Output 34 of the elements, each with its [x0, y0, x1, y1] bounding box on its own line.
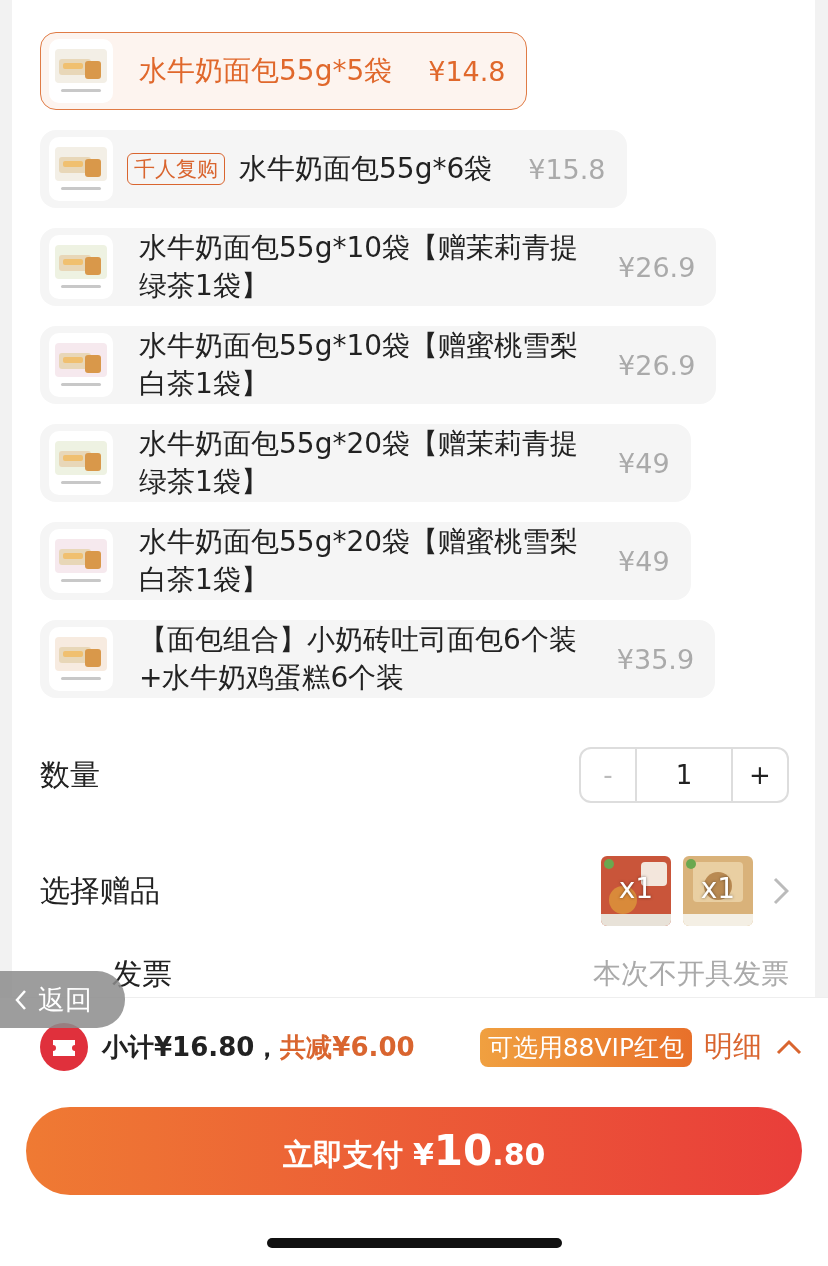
- variant-option[interactable]: 水牛奶面包55g*20袋【赠蜜桃雪梨 白茶1袋】 ¥49: [40, 522, 691, 600]
- details-button[interactable]: 明细: [704, 1027, 802, 1067]
- variant-option[interactable]: 【面包组合】小奶砖吐司面包6个装 +水牛奶鸡蛋糕6个装 ¥35.9: [40, 620, 716, 698]
- variant-name: 水牛奶面包55g*5袋: [139, 53, 393, 89]
- gift-count: x1: [699, 872, 737, 905]
- variant-name: 水牛奶面包55g*20袋【赠茉莉青提 绿茶1袋】: [139, 426, 579, 500]
- variant-name: 水牛奶面包55g*20袋【赠蜜桃雪梨 白茶1袋】: [139, 524, 579, 598]
- variant-price: ¥26.9: [618, 251, 696, 283]
- quantity-label: 数量: [40, 755, 100, 794]
- variant-price: ¥26.9: [618, 349, 696, 381]
- variant-name: 水牛奶面包55g*10袋【赠蜜桃雪梨 白茶1袋】: [139, 328, 579, 402]
- subtotal-text: 小计¥16.80，: [102, 1030, 281, 1064]
- variant-name: 水牛奶面包55g*10袋【赠茉莉青提 绿茶1袋】: [139, 230, 579, 304]
- increase-button[interactable]: +: [733, 749, 787, 801]
- caret-up-icon: [776, 1039, 802, 1055]
- variant-price: ¥49: [618, 545, 670, 577]
- variant-price: ¥49: [618, 447, 670, 479]
- discount-text: 共减¥6.00: [280, 1030, 415, 1064]
- gift-label: 选择赠品: [40, 871, 160, 910]
- variant-option[interactable]: 水牛奶面包55g*20袋【赠茉莉青提 绿茶1袋】 ¥49: [40, 424, 691, 502]
- variant-price: ¥35.9: [616, 643, 695, 675]
- variant-option[interactable]: 千人复购 水牛奶面包55g*6袋 ¥15.8: [40, 130, 627, 208]
- variant-option[interactable]: 水牛奶面包55g*10袋【赠蜜桃雪梨 白茶1袋】 ¥26.9: [40, 326, 717, 404]
- variant-price: ¥14.8: [428, 55, 506, 87]
- variant-price: ¥15.8: [528, 153, 606, 185]
- chevron-right-icon[interactable]: [773, 877, 789, 905]
- quantity-value[interactable]: 1: [635, 749, 733, 801]
- gift-count: x1: [617, 872, 655, 905]
- pay-button[interactable]: 立即支付 ¥10.80: [26, 1107, 802, 1195]
- repurchase-tag: 千人复购: [127, 153, 225, 185]
- chevron-left-icon: [14, 988, 28, 1011]
- variant-option[interactable]: 水牛奶面包55g*10袋【赠茉莉青提 绿茶1袋】 ¥26.9: [40, 228, 717, 306]
- variant-name: 【面包组合】小奶砖吐司面包6个装 +水牛奶鸡蛋糕6个装: [139, 622, 577, 696]
- variant-name: 水牛奶面包55g*6袋: [239, 151, 493, 187]
